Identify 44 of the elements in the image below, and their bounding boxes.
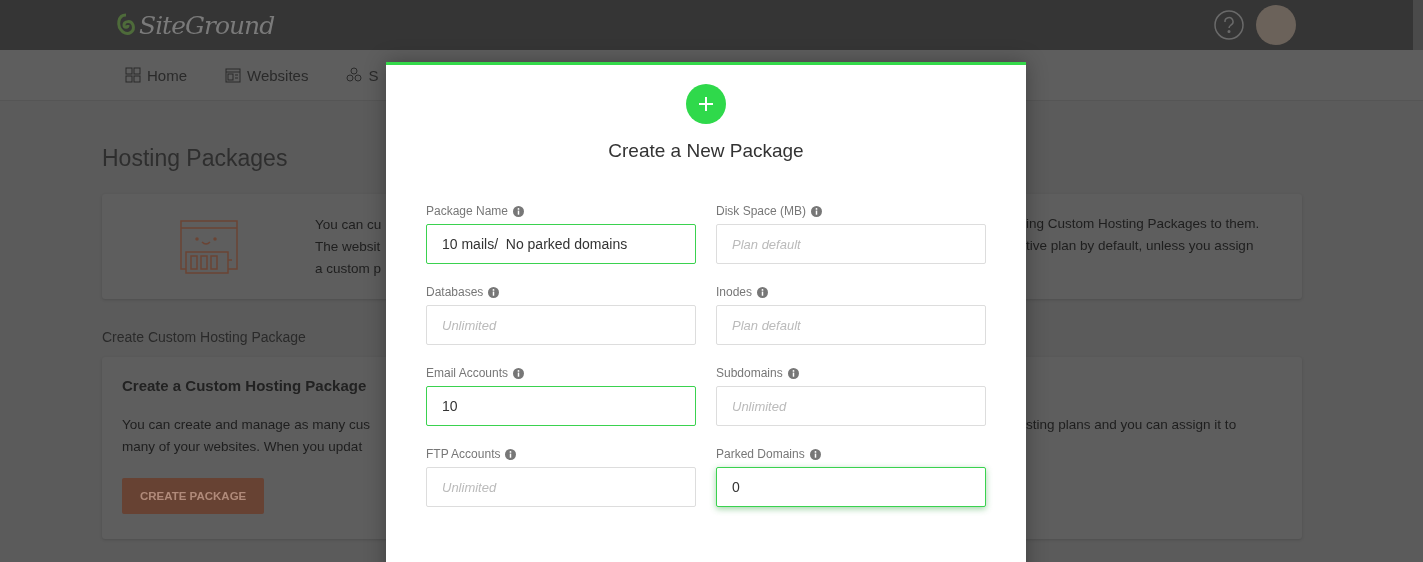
description-text: The websit bbox=[315, 237, 382, 256]
swirl-logo-icon bbox=[115, 12, 137, 38]
field-label: Package Name bbox=[426, 204, 509, 218]
field-label: Subdomains bbox=[716, 366, 783, 380]
info-icon bbox=[787, 367, 799, 379]
description-text: You can create and manage as many cus bbox=[122, 416, 371, 434]
info-icon bbox=[513, 205, 525, 217]
description-text: a custom p bbox=[315, 259, 383, 278]
info-icon bbox=[505, 448, 517, 460]
field-label: Parked Domains bbox=[716, 447, 805, 461]
create-package-button[interactable]: CREATE PACKAGE bbox=[122, 478, 265, 514]
description-text: You can cu bbox=[315, 215, 383, 234]
description-text: sting plans and you can assign it to bbox=[1026, 416, 1237, 434]
avatar[interactable] bbox=[1256, 5, 1296, 45]
description-text: ing Custom Hosting Packages to them. bbox=[1026, 215, 1260, 233]
description-text: many of your websites. When you updat bbox=[122, 438, 364, 456]
field-label: Disk Space (MB) bbox=[716, 204, 807, 218]
input-field[interactable]: Plan default bbox=[716, 224, 986, 264]
logo-text: SiteGround bbox=[139, 10, 275, 40]
field-label: Inodes bbox=[716, 285, 753, 299]
input-field[interactable]: 0 bbox=[716, 467, 986, 507]
info-icon bbox=[811, 205, 823, 217]
window-icon bbox=[225, 67, 241, 83]
input-field[interactable]: Unlimited bbox=[426, 305, 696, 345]
input-field[interactable]: 10 mails/ No parked domains bbox=[426, 224, 696, 264]
browser-battery-icon bbox=[179, 219, 238, 274]
field-label: Email Accounts bbox=[426, 366, 509, 380]
field-label: Databases bbox=[426, 285, 484, 299]
grid-icon bbox=[125, 67, 141, 83]
info-icon bbox=[488, 286, 500, 298]
help-icon[interactable] bbox=[1214, 10, 1244, 40]
input-field[interactable]: 10 bbox=[426, 386, 696, 426]
card-title: Create a Custom Hosting Package bbox=[122, 377, 367, 394]
input-field[interactable]: Unlimited bbox=[426, 467, 696, 507]
field-label: FTP Accounts bbox=[426, 447, 501, 461]
plus-icon bbox=[686, 84, 726, 124]
input-field[interactable]: Plan default bbox=[716, 305, 986, 345]
modal-title: Create a New Package bbox=[608, 140, 804, 162]
info-icon bbox=[513, 367, 525, 379]
description-text: tive plan by default, unless you assign bbox=[1026, 237, 1255, 255]
info-icon bbox=[809, 448, 821, 460]
input-field[interactable]: Unlimited bbox=[716, 386, 986, 426]
hexagons-icon bbox=[346, 67, 363, 83]
info-icon bbox=[757, 286, 769, 298]
